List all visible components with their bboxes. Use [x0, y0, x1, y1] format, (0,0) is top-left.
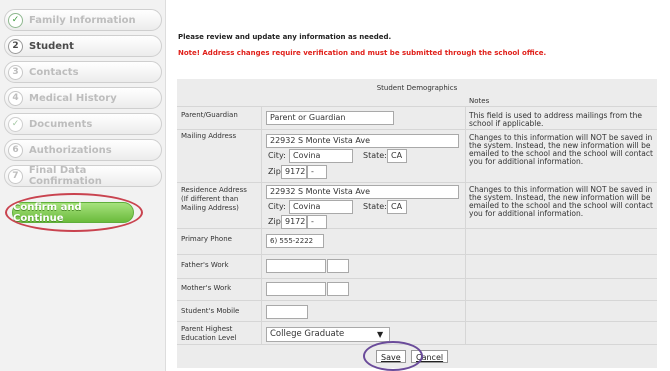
residence-street-input[interactable]: 22932 S Monte Vista Ave	[266, 185, 459, 199]
residence-address-note: Changes to this information will NOT be …	[469, 185, 653, 218]
step-final-data-confirmation[interactable]: 7 Final Data Confirmation	[4, 165, 162, 187]
wizard-sidebar: ✓ Family Information 2 Student 3 Contact…	[0, 0, 166, 371]
step-contacts[interactable]: 3 Contacts	[4, 61, 162, 83]
address-warning: Note! Address changes require verificati…	[178, 49, 547, 57]
notes-header: Notes	[469, 97, 490, 105]
step-number-badge: 4	[8, 90, 23, 106]
step-number-badge: 3	[8, 64, 23, 80]
residence-address-label-2: (If different than	[181, 195, 239, 203]
check-icon: ✓	[8, 12, 23, 28]
step-label: Final Data Confirmation	[28, 165, 102, 187]
fathers-work-label: Father's Work	[181, 261, 229, 269]
residence-zip-input[interactable]: 9172:	[281, 215, 307, 229]
step-number-badge: 7	[8, 168, 23, 184]
state-label: State:	[363, 151, 387, 160]
row-divider	[177, 300, 657, 301]
mailing-address-note: Changes to this information will NOT be …	[469, 133, 653, 166]
step-number-badge: 2	[8, 38, 23, 54]
education-level-label-1: Parent Highest	[181, 325, 233, 333]
education-level-select[interactable]: College Graduate	[266, 327, 390, 342]
primary-phone-input[interactable]: 6) 555-2222	[266, 234, 324, 248]
parent-guardian-input[interactable]: Parent or Guardian	[266, 111, 394, 125]
step-label: Medical History	[29, 92, 117, 104]
row-divider	[177, 106, 657, 107]
save-button[interactable]: Save	[376, 350, 406, 363]
education-level-label-2: Education Level	[181, 334, 237, 342]
column-divider	[261, 106, 262, 344]
step-medical-history[interactable]: 4 Medical History	[4, 87, 162, 109]
column-divider	[465, 106, 466, 344]
row-divider	[177, 228, 657, 229]
step-student[interactable]: 2 Student	[4, 35, 162, 57]
row-divider	[177, 182, 657, 183]
mailing-address-label: Mailing Address	[181, 132, 237, 140]
row-divider	[177, 278, 657, 279]
mothers-work-input[interactable]	[266, 282, 326, 296]
chevron-down-icon[interactable]: ▼	[377, 330, 383, 339]
parent-guardian-label: Parent/Guardian	[181, 111, 238, 119]
row-divider	[177, 321, 657, 322]
residence-state-input[interactable]: CA	[387, 200, 407, 214]
students-mobile-input[interactable]	[266, 305, 308, 319]
cancel-button[interactable]: Cancel	[411, 350, 449, 363]
residence-address-label-1: Residence Address	[181, 186, 247, 194]
education-level-value: College Graduate	[270, 329, 345, 339]
confirm-and-continue-button[interactable]: Confirm and Continue	[12, 202, 134, 224]
check-icon: ✓	[8, 116, 23, 132]
state-label: State:	[363, 202, 387, 211]
residence-zip-ext-input[interactable]: -	[307, 215, 327, 229]
fathers-work-ext-input[interactable]	[327, 259, 349, 273]
row-divider	[177, 254, 657, 255]
students-mobile-label: Student's Mobile	[181, 307, 240, 315]
mailing-zip-input[interactable]: 9172:	[281, 165, 307, 179]
student-demographics-form: Student Demographics Notes Parent/Guardi…	[177, 79, 657, 371]
section-title: Student Demographics	[376, 84, 458, 92]
step-label: Documents	[29, 118, 93, 130]
step-documents[interactable]: ✓ Documents	[4, 113, 162, 135]
mailing-zip-ext-input[interactable]: -	[307, 165, 327, 179]
primary-phone-label: Primary Phone	[181, 235, 232, 243]
fathers-work-input[interactable]	[266, 259, 326, 273]
mothers-work-label: Mother's Work	[181, 284, 232, 292]
city-label: City:	[268, 202, 286, 211]
residence-city-input[interactable]: Covina	[289, 200, 353, 214]
mailing-city-input[interactable]: Covina	[289, 149, 353, 163]
step-label: Student	[29, 40, 74, 52]
step-label: Family Information	[29, 14, 136, 26]
step-family-information[interactable]: ✓ Family Information	[4, 9, 162, 31]
row-divider	[177, 344, 657, 345]
step-number-badge: 6	[8, 142, 23, 158]
step-authorizations[interactable]: 6 Authorizations	[4, 139, 162, 161]
mothers-work-ext-input[interactable]	[327, 282, 349, 296]
review-message: Please review and update any information…	[178, 33, 392, 41]
mailing-street-input[interactable]: 22932 S Monte Vista Ave	[266, 134, 459, 148]
step-label: Authorizations	[29, 144, 112, 156]
parent-guardian-note: This field is used to address mailings f…	[469, 111, 642, 128]
row-divider	[177, 129, 657, 130]
step-label: Contacts	[29, 66, 79, 78]
city-label: City:	[268, 151, 286, 160]
residence-address-label-3: Mailing Address)	[181, 204, 239, 212]
mailing-state-input[interactable]: CA	[387, 149, 407, 163]
